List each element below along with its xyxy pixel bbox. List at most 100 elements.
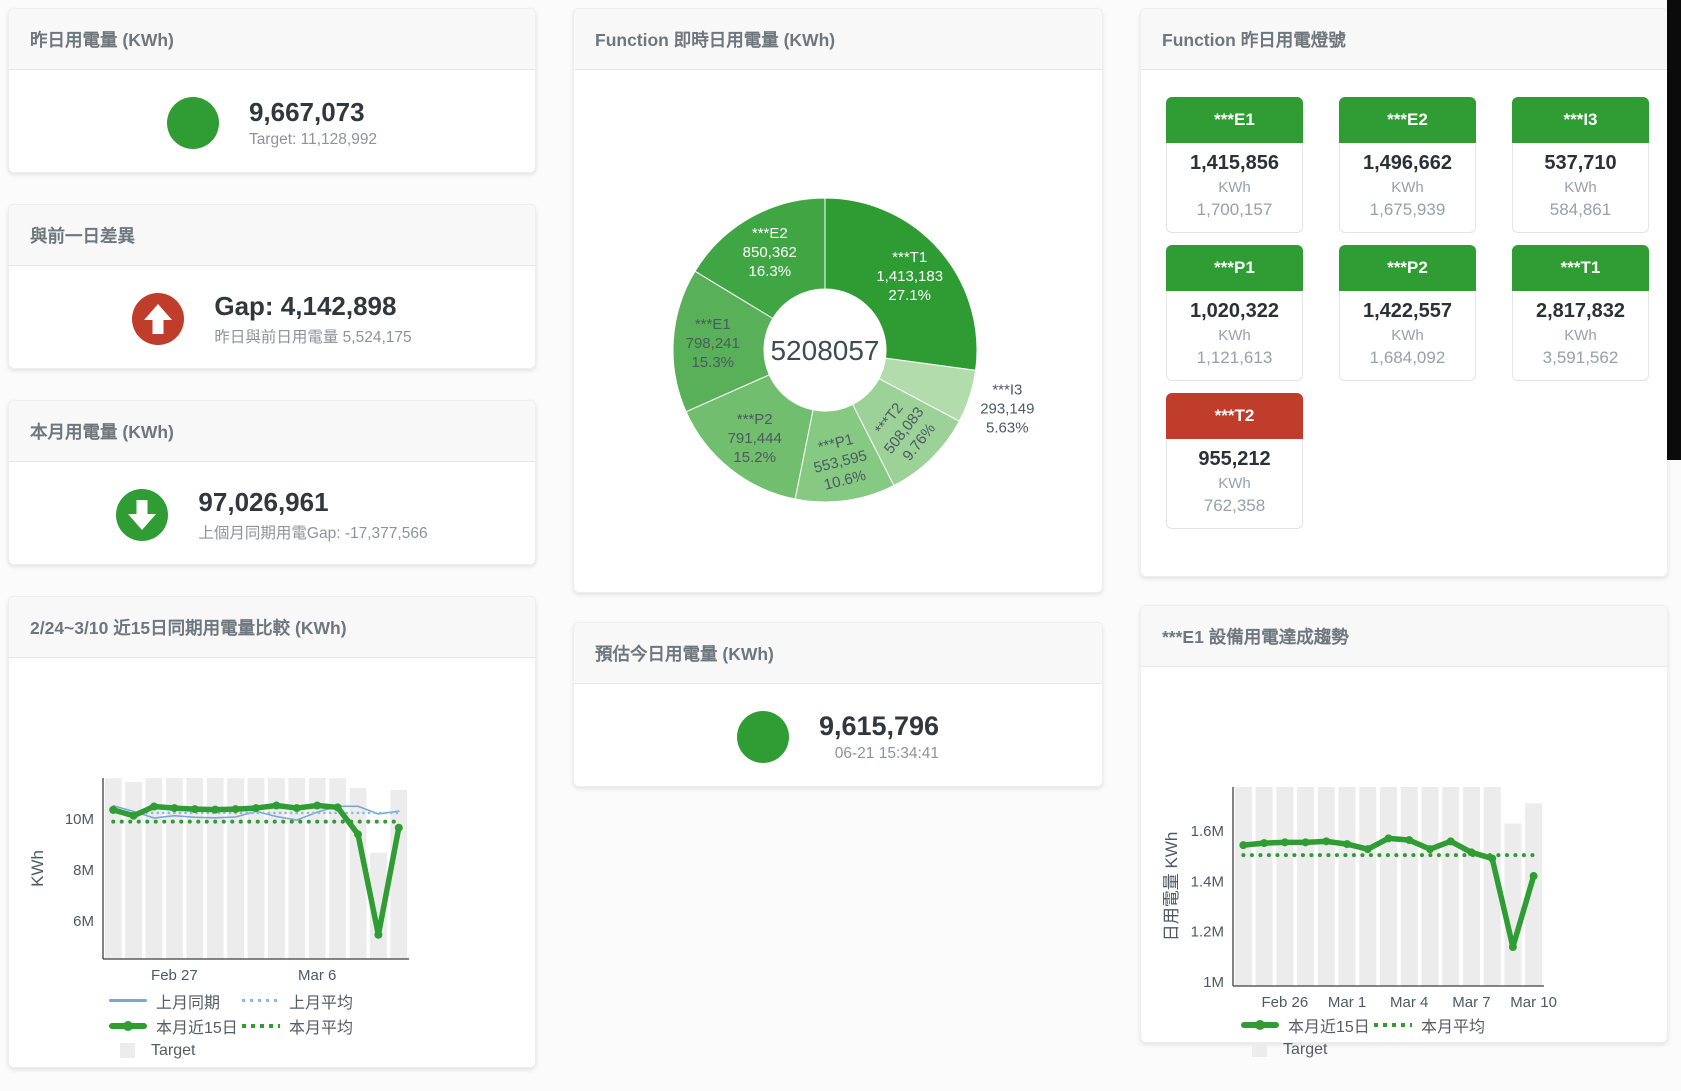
tile-unit: KWh [1167, 325, 1302, 346]
realtime-donut-chart[interactable]: ***T11,413,18327.1%***I3293,1495.63%***T… [574, 70, 1102, 594]
card-title: ***E1 設備用電達成趨勢 [1141, 606, 1667, 667]
kpi-text: 97,026,961 上個月同期用電Gap: -17,377,566 [198, 486, 427, 543]
card-title: 昨日用電量 (KWh) [9, 9, 535, 70]
tile-unit: KWh [1340, 325, 1475, 346]
window-edge-strip [1667, 0, 1681, 460]
legend-item-this-month[interactable]: 本月近15日 [1241, 1013, 1374, 1037]
card-body: 9,615,796 06-21 15:34:41 [574, 684, 1102, 789]
device-light-tile: ***E2 1,496,662 KWh 1,675,939 [1339, 97, 1476, 233]
tile-body: 1,415,856 KWh 1,700,157 [1166, 143, 1303, 233]
svg-text:Feb 26: Feb 26 [1261, 994, 1308, 1011]
kpi-subtext: 昨日與前日用電量 5,524,175 [214, 325, 411, 347]
card-body: 6M8M10MFeb 27Mar 6KWh 上月同期 上月平均 本月近1 [9, 658, 535, 1063]
card-body: ***T11,413,18327.1%***I3293,1495.63%***T… [574, 70, 1102, 594]
card-title: 與前一日差異 [9, 205, 535, 266]
kpi-value: 9,615,796 [819, 710, 939, 742]
legend-label: 本月平均 [1421, 1013, 1485, 1037]
kpi-text: 9,615,796 06-21 15:34:41 [819, 710, 939, 763]
legend-label: Target [1283, 1041, 1327, 1059]
tile-value: 955,212 [1167, 446, 1302, 473]
legend-item-last-month[interactable]: 上月同期 [109, 989, 242, 1013]
card-compare-chart: 2/24~3/10 近15日同期用電量比較 (KWh) 6M8M10MFeb 2… [8, 596, 536, 1068]
svg-text:KWh: KWh [28, 850, 47, 887]
green-dotted-swatch [242, 1024, 280, 1028]
svg-text:6M: 6M [73, 913, 94, 930]
legend-label: 本月近15日 [156, 1014, 238, 1038]
card-month-usage: 本月用電量 (KWh) 97,026,961 上個月同期用電Gap: -17,3… [8, 400, 536, 565]
kpi-subtext: Target: 11,128,992 [249, 131, 377, 149]
legend-item-this-month-avg[interactable]: 本月平均 [242, 1014, 375, 1038]
legend-item-last-month-avg[interactable]: 上月平均 [242, 989, 375, 1013]
card-title: 本月用電量 (KWh) [9, 401, 535, 462]
tile-target: 584,861 [1513, 198, 1648, 222]
legend-item-this-month[interactable]: 本月近15日 [109, 1014, 242, 1038]
tile-value: 1,020,322 [1167, 298, 1302, 325]
card-prev-day-gap: 與前一日差異 Gap: 4,142,898 昨日與前日用電量 5,524,175 [8, 204, 536, 369]
card-body: Gap: 4,142,898 昨日與前日用電量 5,524,175 [9, 266, 535, 371]
device-light-tile: ***T1 2,817,832 KWh 3,591,562 [1512, 245, 1649, 381]
compare-legend: 上月同期 上月平均 本月近15日 本月平均 [109, 988, 535, 1063]
device-light-tile: ***I3 537,710 KWh 584,861 [1512, 97, 1649, 233]
device-light-tile: ***E1 1,415,856 KWh 1,700,157 [1166, 97, 1303, 233]
status-circle-icon [167, 97, 219, 149]
svg-text:1M: 1M [1203, 974, 1224, 991]
svg-text:1.4M: 1.4M [1191, 873, 1224, 890]
device-light-tile: ***P2 1,422,557 KWh 1,684,092 [1339, 245, 1476, 381]
card-body: 9,667,073 Target: 11,128,992 [9, 70, 535, 175]
svg-text:Mar 6: Mar 6 [298, 967, 336, 984]
green-line-swatch [109, 1023, 147, 1029]
tile-header: ***I3 [1512, 97, 1649, 143]
kpi-text: Gap: 4,142,898 昨日與前日用電量 5,524,175 [214, 290, 411, 347]
tile-body: 2,817,832 KWh 3,591,562 [1512, 291, 1649, 381]
card-yesterday-usage: 昨日用電量 (KWh) 9,667,073 Target: 11,128,992 [8, 8, 536, 173]
card-title: 預估今日用電量 (KWh) [574, 623, 1102, 684]
svg-text:5208057: 5208057 [770, 335, 879, 366]
tile-target: 762,358 [1167, 494, 1302, 518]
compare-line-chart[interactable]: 6M8M10MFeb 27Mar 6KWh [9, 658, 537, 988]
tile-target: 1,684,092 [1340, 346, 1475, 370]
tile-unit: KWh [1167, 177, 1302, 198]
tile-body: 537,710 KWh 584,861 [1512, 143, 1649, 233]
card-title: 2/24~3/10 近15日同期用電量比較 (KWh) [9, 597, 535, 658]
kpi-value: 97,026,961 [198, 486, 427, 518]
legend-label: 本月平均 [289, 1014, 353, 1038]
tile-value: 1,415,856 [1167, 150, 1302, 177]
tile-header: ***T1 [1512, 245, 1649, 291]
green-line-swatch [1241, 1022, 1279, 1028]
legend-label: 本月近15日 [1288, 1013, 1370, 1037]
tile-target: 1,700,157 [1167, 198, 1302, 222]
tile-unit: KWh [1513, 177, 1648, 198]
card-estimate-today: 預估今日用電量 (KWh) 9,615,796 06-21 15:34:41 [573, 622, 1103, 787]
kpi-text: 9,667,073 Target: 11,128,992 [249, 96, 377, 149]
svg-text:1.2M: 1.2M [1191, 924, 1224, 941]
card-body: 97,026,961 上個月同期用電Gap: -17,377,566 [9, 462, 535, 567]
legend-item-this-month-avg[interactable]: 本月平均 [1374, 1013, 1507, 1037]
legend-row: Target [109, 1038, 535, 1063]
gray-square-swatch [1252, 1042, 1267, 1057]
status-circle-icon [737, 711, 789, 763]
legend-item-target[interactable]: Target [109, 1042, 242, 1060]
svg-text:日用電量 KWh: 日用電量 KWh [1162, 832, 1181, 942]
legend-row: 上月同期 上月平均 [109, 988, 535, 1013]
tile-value: 537,710 [1513, 150, 1648, 177]
card-title: Function 昨日用電燈號 [1141, 9, 1667, 70]
device-light-tile: ***T2 955,212 KWh 762,358 [1166, 393, 1303, 529]
svg-text:8M: 8M [73, 862, 94, 879]
tile-header: ***E1 [1166, 97, 1303, 143]
legend-label: 上月同期 [156, 989, 220, 1013]
e1-trend-chart[interactable]: 1M1.2M1.4M1.6MFeb 26Mar 1Mar 4Mar 7Mar 1… [1141, 667, 1669, 1012]
blue-dotted-swatch [242, 999, 280, 1002]
card-body: 1M1.2M1.4M1.6MFeb 26Mar 1Mar 4Mar 7Mar 1… [1141, 667, 1667, 1062]
kpi-timestamp: 06-21 15:34:41 [819, 745, 939, 763]
tile-target: 3,591,562 [1513, 346, 1648, 370]
tile-unit: KWh [1340, 177, 1475, 198]
svg-text:***I3293,1495.63%: ***I3293,1495.63% [980, 382, 1034, 437]
tile-header: ***E2 [1339, 97, 1476, 143]
kpi-subtext: 上個月同期用電Gap: -17,377,566 [198, 521, 427, 543]
kpi-value: Gap: 4,142,898 [214, 290, 411, 322]
lights-grid: ***E1 1,415,856 KWh 1,700,157 ***E2 1,49… [1141, 70, 1667, 529]
legend-item-target[interactable]: Target [1241, 1041, 1374, 1059]
tile-value: 1,422,557 [1340, 298, 1475, 325]
tile-header: ***T2 [1166, 393, 1303, 439]
device-light-tile: ***P1 1,020,322 KWh 1,121,613 [1166, 245, 1303, 381]
